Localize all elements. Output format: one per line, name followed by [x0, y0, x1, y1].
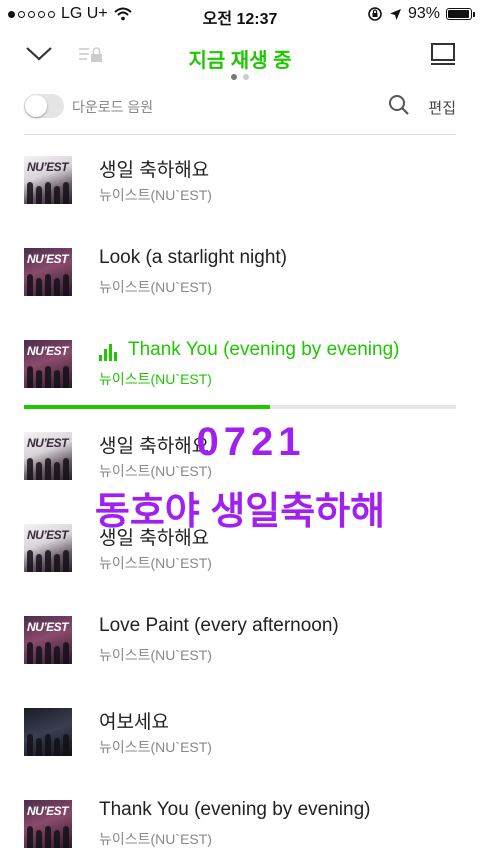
track-row[interactable]: NU’EST Thank You (evening by evening) 뉴이스트…	[24, 314, 456, 406]
track-artist: 뉴이스트(NU`EST)	[99, 187, 212, 203]
status-bar: LG U+ 오전 12:37 93%	[0, 0, 480, 28]
track-title: Thank You (evening by evening)	[128, 339, 400, 360]
track-title: Thank You (evening by evening)	[99, 799, 371, 820]
track-artist: 뉴이스트(NU`EST)	[99, 371, 212, 387]
album-cover-thumbnail: NU’EST	[24, 340, 72, 388]
page-dot	[231, 74, 237, 80]
page-title: 지금 재생 중	[188, 50, 292, 72]
track-artist: 뉴이스트(NU`EST)	[99, 647, 212, 663]
track-row[interactable]: NU’EST 생일 축하해요뉴이스트(NU`EST)	[24, 130, 456, 222]
track-title: 여보세요	[99, 712, 169, 733]
edit-button[interactable]: 편집	[428, 97, 456, 118]
download-toggle[interactable]	[24, 94, 64, 118]
track-row[interactable]: NU’EST Look (a starlight night) 뉴이스트(NU`ES…	[24, 222, 456, 314]
album-cover-thumbnail	[24, 708, 72, 756]
track-title: Love Paint (every afternoon)	[99, 615, 339, 636]
now-playing-header: 지금 재생 중	[0, 28, 480, 88]
playback-progress-bar[interactable]	[24, 405, 456, 409]
track-artist: 뉴이스트(NU`EST)	[99, 831, 212, 847]
track-row[interactable]: NU’EST Love Paint (every afternoon) 뉴이스트(N…	[24, 590, 456, 682]
track-title: Look (a starlight night)	[99, 247, 287, 268]
playlist-toolbar: 다운로드 음원 편집	[24, 90, 456, 135]
track-artist: 뉴이스트(NU`EST)	[99, 279, 212, 295]
track-artist: 뉴이스트(NU`EST)	[99, 739, 212, 755]
track-artist: 뉴이스트(NU`EST)	[99, 555, 212, 571]
rotation-lock-icon	[368, 7, 382, 21]
page-indicator	[0, 74, 480, 80]
overlay-date-text: 0721	[196, 420, 306, 464]
album-cover-thumbnail: NU’EST	[24, 156, 72, 204]
page-dot	[243, 74, 249, 80]
album-cover-thumbnail: NU’EST	[24, 800, 72, 848]
track-title: 생일 축하해요	[99, 160, 210, 181]
album-cover-thumbnail: NU’EST	[24, 248, 72, 296]
battery-icon	[446, 8, 475, 20]
location-arrow-icon	[389, 8, 401, 20]
track-row[interactable]: 여보세요뉴이스트(NU`EST)	[24, 682, 456, 774]
download-toggle-label: 다운로드 음원	[72, 99, 154, 115]
now-playing-equalizer-icon	[99, 343, 119, 361]
search-icon[interactable]	[388, 94, 410, 121]
overlay-message-text: 동호야 생일축하해	[94, 491, 386, 533]
track-row[interactable]: NU’EST Thank You (evening by evening) 뉴이스트…	[24, 774, 456, 866]
lyrics-view-icon[interactable]	[428, 40, 458, 68]
album-cover-thumbnail: NU’EST	[24, 616, 72, 664]
battery-percent: 93%	[407, 5, 440, 22]
